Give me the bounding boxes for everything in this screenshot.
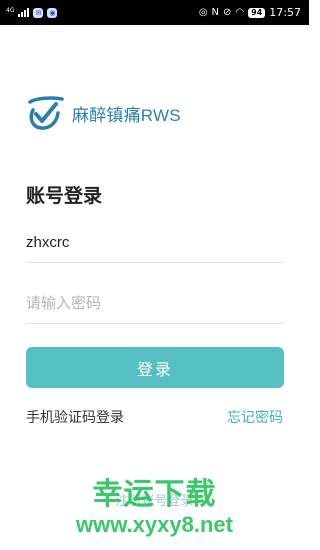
register-link[interactable]: 注册账号登录: [0, 490, 309, 509]
username-input[interactable]: [26, 234, 284, 251]
username-field[interactable]: [26, 223, 284, 263]
app-logo-icon: [28, 96, 64, 130]
status-right: ◎ N ⊘ ◠ 94 17:57: [199, 6, 301, 19]
app-notification-icon-2: ◉: [47, 7, 58, 18]
nfc-icon: N: [211, 6, 220, 18]
password-field[interactable]: [26, 284, 284, 324]
app-notification-icon: ✉: [33, 7, 44, 18]
watermark-url: www.xyxy8.net: [76, 512, 233, 537]
status-left: 4G ✉ ◉: [6, 6, 58, 18]
sms-login-link[interactable]: 手机验证码登录: [26, 407, 124, 427]
forgot-password-link[interactable]: 忘记密码: [227, 407, 283, 427]
wifi-icon: ◠: [235, 6, 245, 18]
password-input[interactable]: [26, 295, 284, 312]
brand-header: 麻醉镇痛RWS: [24, 94, 181, 132]
clock: 17:57: [269, 6, 301, 19]
signal-icon: [18, 8, 30, 17]
eye-comfort-icon: ◎: [198, 6, 208, 18]
page-title: 账号登录: [26, 185, 103, 207]
silent-icon: ⊘: [223, 6, 232, 18]
battery-icon: 94: [248, 7, 266, 18]
network-type: 4G: [6, 6, 15, 14]
login-button[interactable]: 登录: [26, 347, 284, 388]
app-name: 麻醉镇痛RWS: [72, 105, 181, 125]
status-bar: 4G ✉ ◉ ◎ N ⊘ ◠ 94 17:57: [0, 0, 309, 25]
